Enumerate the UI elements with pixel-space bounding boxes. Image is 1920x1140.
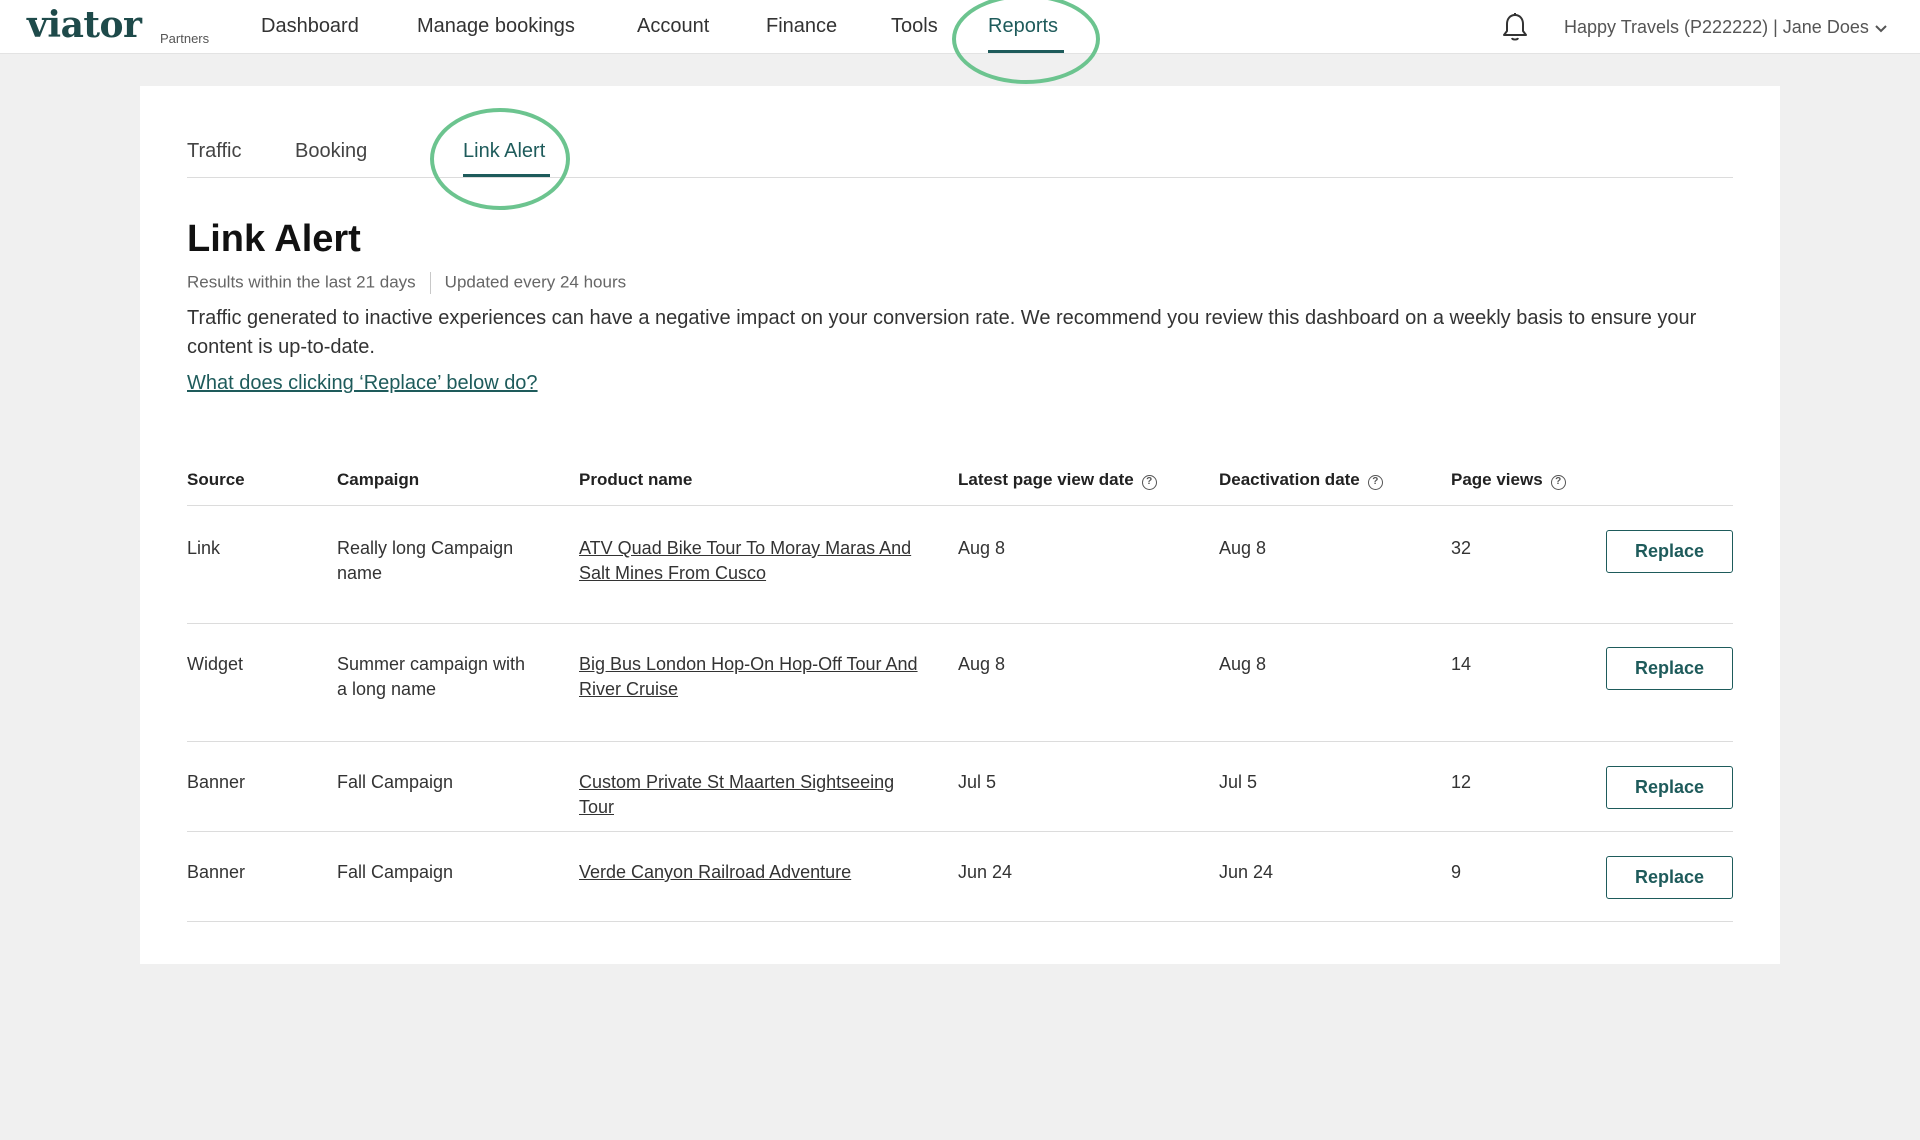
header-latest-page-view: Latest page view date? bbox=[958, 470, 1198, 490]
cell-deactivation-date: Jul 5 bbox=[1219, 772, 1258, 792]
header-views-label: Page views bbox=[1451, 470, 1543, 489]
product-link[interactable]: ATV Quad Bike Tour To Moray Maras And Sa… bbox=[579, 536, 924, 586]
report-card: Traffic Booking Link Alert Link Alert Re… bbox=[140, 86, 1780, 964]
help-circle-icon[interactable]: ? bbox=[1141, 475, 1157, 490]
nav-active-indicator bbox=[988, 50, 1064, 53]
nav-account[interactable]: Account bbox=[637, 15, 709, 38]
report-tabs: Traffic Booking Link Alert bbox=[187, 86, 1733, 210]
header-source: Source bbox=[187, 470, 245, 489]
page-description: Traffic generated to inactive experience… bbox=[187, 307, 1697, 358]
results-range: Results within the last 21 days bbox=[187, 272, 416, 292]
header-page-views: Page views? bbox=[1451, 470, 1591, 490]
page-title: Link Alert bbox=[187, 218, 361, 260]
cell-source: Widget bbox=[187, 654, 244, 674]
table-row: Widget Summer campaign with a long name … bbox=[187, 624, 1733, 742]
cell-page-views: 14 bbox=[1451, 654, 1472, 674]
help-circle-icon[interactable]: ? bbox=[1367, 475, 1383, 490]
product-link[interactable]: Custom Private St Maarten Sightseeing To… bbox=[579, 770, 924, 820]
cell-campaign: Summer campaign with a long name bbox=[337, 654, 526, 699]
cell-latest-view-date: Jul 5 bbox=[958, 772, 997, 792]
cell-campaign: Fall Campaign bbox=[337, 862, 454, 882]
header-deactivation-label: Deactivation date bbox=[1219, 470, 1360, 489]
cell-latest-view-date: Jun 24 bbox=[958, 862, 1013, 882]
replace-help-link[interactable]: What does clicking ‘Replace’ below do? bbox=[187, 372, 538, 395]
tab-booking[interactable]: Booking bbox=[295, 140, 367, 163]
cell-source: Link bbox=[187, 538, 221, 558]
help-circle-icon[interactable]: ? bbox=[1550, 475, 1566, 490]
cell-deactivation-date: Aug 8 bbox=[1219, 538, 1267, 558]
account-label: Happy Travels (P222222) | Jane Does bbox=[1564, 17, 1869, 37]
nav-finance[interactable]: Finance bbox=[766, 15, 837, 38]
cell-campaign: Fall Campaign bbox=[337, 772, 454, 792]
product-link[interactable]: Big Bus London Hop-On Hop-Off Tour And R… bbox=[579, 652, 924, 702]
update-frequency: Updated every 24 hours bbox=[444, 272, 627, 292]
table-row: Link Really long Campaign name ATV Quad … bbox=[187, 506, 1733, 624]
table-row: Banner Fall Campaign Verde Canyon Railro… bbox=[187, 832, 1733, 922]
replace-button[interactable]: Replace bbox=[1606, 856, 1733, 899]
top-nav-bar: viator Partners Dashboard Manage booking… bbox=[0, 0, 1920, 84]
cell-page-views: 12 bbox=[1451, 772, 1472, 792]
viator-logo[interactable]: viator bbox=[27, 4, 142, 46]
bell-icon[interactable] bbox=[1502, 12, 1528, 42]
nav-dashboard[interactable]: Dashboard bbox=[261, 15, 359, 38]
header-product-name: Product name bbox=[579, 470, 693, 489]
link-alert-table: Source Campaign Product name Latest page… bbox=[187, 466, 1733, 922]
logo-subtitle: Partners bbox=[160, 31, 210, 46]
cell-page-views: 32 bbox=[1451, 538, 1472, 558]
nav-reports[interactable]: Reports bbox=[988, 15, 1058, 38]
cell-source: Banner bbox=[187, 772, 246, 792]
cell-page-views: 9 bbox=[1451, 862, 1462, 882]
cell-deactivation-date: Aug 8 bbox=[1219, 654, 1267, 674]
tab-traffic[interactable]: Traffic bbox=[187, 140, 241, 163]
table-header: Source Campaign Product name Latest page… bbox=[187, 466, 1733, 506]
header-deactivation-date: Deactivation date? bbox=[1219, 470, 1439, 490]
nav-tools[interactable]: Tools bbox=[891, 15, 938, 38]
cell-deactivation-date: Jun 24 bbox=[1219, 862, 1274, 882]
tab-active-indicator bbox=[463, 174, 550, 177]
replace-button[interactable]: Replace bbox=[1606, 530, 1733, 573]
header-latest-label: Latest page view date bbox=[958, 470, 1134, 489]
table-row: Banner Fall Campaign Custom Private St M… bbox=[187, 742, 1733, 832]
meta-divider bbox=[429, 272, 431, 294]
reports-highlight-ring bbox=[952, 0, 1100, 84]
replace-button[interactable]: Replace bbox=[1606, 766, 1733, 809]
cell-source: Banner bbox=[187, 862, 246, 882]
report-meta: Results within the last 21 days Updated e… bbox=[187, 272, 626, 294]
cell-latest-view-date: Aug 8 bbox=[958, 538, 1006, 558]
product-link[interactable]: Verde Canyon Railroad Adventure bbox=[579, 860, 924, 885]
replace-button[interactable]: Replace bbox=[1606, 647, 1733, 690]
tab-link-alert[interactable]: Link Alert bbox=[463, 140, 545, 163]
nav-manage-bookings[interactable]: Manage bookings bbox=[417, 15, 575, 38]
cell-latest-view-date: Aug 8 bbox=[958, 654, 1006, 674]
chevron-down-icon bbox=[1875, 17, 1887, 38]
cell-campaign: Really long Campaign name bbox=[337, 538, 514, 583]
account-menu[interactable]: Happy Travels (P222222) | Jane Does bbox=[1564, 17, 1887, 38]
header-campaign: Campaign bbox=[337, 470, 420, 489]
